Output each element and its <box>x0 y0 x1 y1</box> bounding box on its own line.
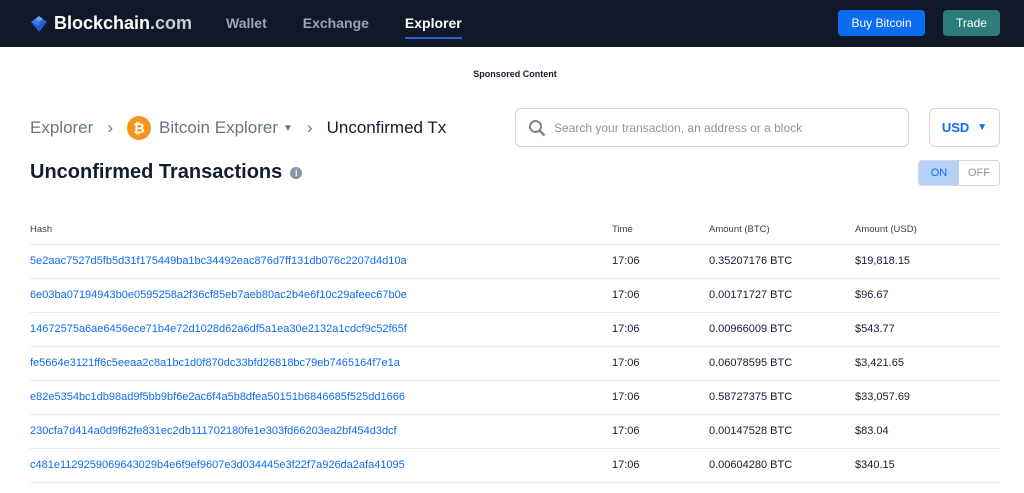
tx-amount-btc: 0.35207176 BTC <box>709 244 855 279</box>
table-row: 230cfa7d414a0d9f62fe831ec2db111702180fe1… <box>30 414 1000 449</box>
nav-wallet[interactable]: Wallet <box>226 9 267 39</box>
bitcoin-icon: ₿ <box>126 116 151 140</box>
currency-value: USD <box>941 120 970 135</box>
breadcrumb-separator: › <box>306 118 313 137</box>
brand-suffix: .com <box>150 13 193 33</box>
tx-amount-usd: $19,818.15 <box>855 244 1000 279</box>
table-row: c481e1129259069643029b4e6f9ef9607e3d0344… <box>30 448 1000 483</box>
buy-bitcoin-button[interactable]: Buy Bitcoin <box>838 10 925 36</box>
tx-time: 17:06 <box>612 312 709 347</box>
table-row: fe5664e3121ff6c5eeaa2c8a1bc1d0f870dc33bf… <box>30 346 1000 381</box>
table-row: 5e2aac7527d5fb5d31f175449ba1bc34492eac87… <box>30 244 1000 279</box>
search-input[interactable]: Search your transaction, an address or a… <box>515 108 909 147</box>
nav-exchange[interactable]: Exchange <box>303 9 369 39</box>
info-icon[interactable]: i <box>290 166 303 179</box>
tx-time: 17:06 <box>612 278 709 313</box>
breadcrumb: Explorer › ₿ Bitcoin Explorer ▼ › Unconf… <box>30 116 446 140</box>
trade-button[interactable]: Trade <box>943 10 1000 36</box>
brand-name: Blockchain <box>54 13 151 33</box>
tx-amount-usd: $340.15 <box>855 448 1000 483</box>
tx-amount-usd: $96.67 <box>855 278 1000 313</box>
caret-down-icon: ▼ <box>977 122 988 133</box>
tx-amount-btc: 0.00147528 BTC <box>709 414 855 449</box>
tx-time: 17:06 <box>612 414 709 449</box>
tx-amount-btc: 0.58727375 BTC <box>709 380 855 415</box>
table-row: 14672575a6ae6456ece71b4e72d1028d62a6df5a… <box>30 312 1000 347</box>
header-hash: Hash <box>30 215 612 245</box>
blockchain-logo-icon <box>31 15 47 32</box>
breadcrumb-bitcoin-explorer[interactable]: Bitcoin Explorer <box>159 118 278 138</box>
tx-amount-btc: 0.00966009 BTC <box>709 312 855 347</box>
breadcrumb-separator: › <box>107 118 113 137</box>
header-amount-usd: Amount (USD) <box>855 215 1000 245</box>
nav-explorer[interactable]: Explorer <box>404 9 462 39</box>
header-amount-btc: Amount (BTC) <box>709 215 855 245</box>
tx-amount-btc: 0.00171727 BTC <box>709 278 855 313</box>
tx-hash-link[interactable]: 6e03ba07194943b0e0595258a2f36cf85eb7aeb8… <box>30 278 612 313</box>
search-placeholder: Search your transaction, an address or a… <box>554 120 803 135</box>
live-toggle[interactable]: ON OFF <box>918 160 1000 186</box>
tx-hash-link[interactable]: 14672575a6ae6456ece71b4e72d1028d62a6df5a… <box>30 312 612 347</box>
tx-hash-link[interactable]: 230cfa7d414a0d9f62fe831ec2db111702180fe1… <box>30 414 612 449</box>
page-title-text: Unconfirmed Transactions <box>30 161 283 183</box>
currency-select[interactable]: USD ▼ <box>929 108 1000 147</box>
tx-time: 17:06 <box>612 346 709 381</box>
breadcrumb-current: Unconfirmed Tx <box>326 118 447 137</box>
tx-time: 17:06 <box>612 448 709 483</box>
sponsored-label: Sponsored Content <box>473 69 557 79</box>
tx-time: 17:06 <box>612 380 709 415</box>
tx-amount-usd: $543.77 <box>855 312 1000 347</box>
page-title: Unconfirmed Transactions i <box>30 161 303 184</box>
tx-amount-usd: $83.04 <box>855 414 1000 449</box>
tx-hash-link[interactable]: fe5664e3121ff6c5eeaa2c8a1bc1d0f870dc33bf… <box>30 346 612 381</box>
toggle-on[interactable]: ON <box>919 161 959 185</box>
breadcrumb-explorer[interactable]: Explorer <box>30 118 93 138</box>
tx-amount-usd: $33,057.69 <box>855 380 1000 415</box>
tx-amount-usd: $3,421.65 <box>855 346 1000 381</box>
caret-down-icon[interactable]: ▼ <box>283 123 293 134</box>
header-time: Time <box>612 215 709 245</box>
tx-hash-link[interactable]: e82e5354bc1db98ad9f5bb9bf6e2ac6f4a5b8dfe… <box>30 380 612 415</box>
tx-hash-link[interactable]: c481e1129259069643029b4e6f9ef9607e3d0344… <box>30 448 612 483</box>
table-row: e82e5354bc1db98ad9f5bb9bf6e2ac6f4a5b8dfe… <box>30 380 1000 415</box>
tx-amount-btc: 0.06078595 BTC <box>709 346 855 381</box>
top-nav: Blockchain .com Wallet Exchange Explorer … <box>0 0 1024 47</box>
tx-time: 17:06 <box>612 244 709 279</box>
transactions-table: Hash Time Amount (BTC) Amount (USD) 5e2a… <box>30 215 1000 483</box>
brand-logo[interactable]: Blockchain .com <box>30 13 192 34</box>
tx-hash-link[interactable]: 5e2aac7527d5fb5d31f175449ba1bc34492eac87… <box>30 244 612 279</box>
toggle-off[interactable]: OFF <box>959 161 999 185</box>
table-row: 6e03ba07194943b0e0595258a2f36cf85eb7aeb8… <box>30 278 1000 313</box>
tx-amount-btc: 0.00604280 BTC <box>709 448 855 483</box>
search-icon <box>529 119 546 136</box>
